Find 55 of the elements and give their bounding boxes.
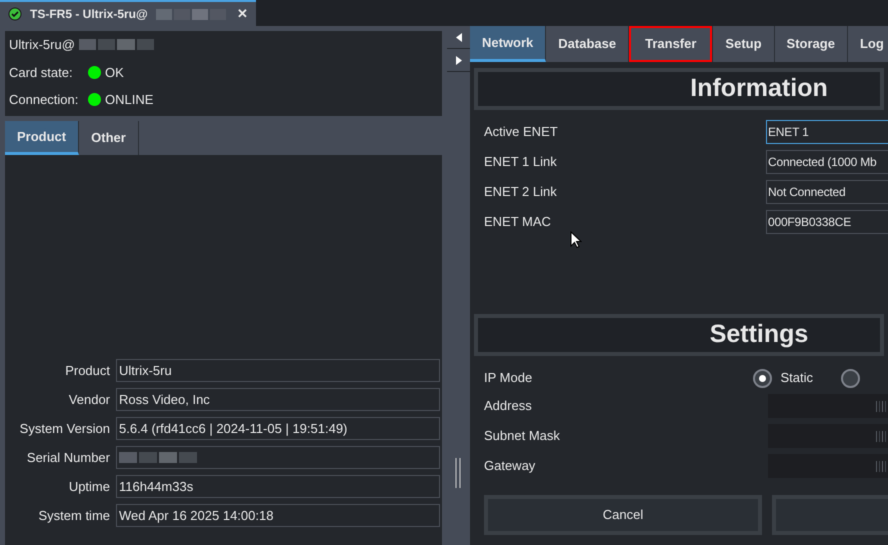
info-label: ENET MAC [483, 213, 552, 232]
field-label: Serial Number [26, 448, 111, 467]
field-label: System Version [18, 420, 111, 438]
info-label: ENET 2 Link [483, 183, 558, 202]
info-field: ENET 1 [766, 120, 888, 144]
document-tab[interactable]: TS-FR5 - Ultrix-5ru@ ✕ [0, 0, 256, 26]
status-value: ONLINE [105, 91, 154, 109]
left-arrow-icon [456, 32, 462, 42]
value-field: 5.6.4 (rfd41cc6 | 2024-11-05 | 19:51:49) [116, 417, 440, 440]
section-tab[interactable]: Transfer [629, 26, 714, 62]
info-field: Connected (1000 Mb [766, 150, 888, 174]
value-field: Wed Apr 16 2025 14:00:18 [116, 504, 440, 527]
splitter-grip-icon [455, 458, 461, 488]
field-label: Product [64, 362, 111, 380]
section-header: Information [474, 68, 884, 110]
value-field: Ross Video, Inc [116, 388, 440, 411]
section-tab[interactable]: Storage [774, 26, 848, 62]
status-label: Connection: [9, 91, 80, 109]
value-field: 116h44m33s [116, 475, 440, 498]
right-arrow-icon [456, 56, 462, 64]
info-label: Active ENET [483, 123, 559, 142]
input-field[interactable] [768, 424, 888, 448]
field-label: Uptime [68, 478, 111, 496]
close-icon[interactable]: ✕ [237, 4, 248, 24]
redacted-block [156, 8, 226, 20]
redacted-block [876, 460, 886, 472]
panel-tab[interactable]: Product [5, 121, 80, 155]
mouse-pointer-icon [570, 231, 582, 249]
setting-label: Gateway [483, 457, 536, 476]
input-field[interactable] [768, 454, 888, 478]
field-label: Vendor [68, 390, 111, 409]
value-field: Ultrix-5ru [116, 359, 440, 382]
status-value: OK [105, 64, 124, 82]
status-label: Card state: [9, 64, 74, 82]
section-tab[interactable]: Database [546, 26, 630, 62]
redacted-block [876, 400, 886, 412]
setting-label: Address [483, 397, 533, 416]
info-field: Not Connected [766, 180, 888, 204]
section-header: Settings [474, 314, 884, 356]
setting-label: Subnet Mask [483, 427, 561, 446]
device-name: Ultrix-5ru@ [9, 36, 75, 54]
action-button[interactable]: Cancel [484, 495, 762, 535]
redacted-block [876, 430, 886, 442]
input-field[interactable] [768, 394, 888, 418]
field-label: System time [37, 506, 111, 525]
section-tab[interactable]: Setup [713, 26, 775, 62]
radio-button[interactable] [841, 368, 860, 388]
radio-label: Static [780, 369, 813, 388]
section-tab[interactable]: Network [470, 26, 546, 62]
section-tab[interactable]: Log [848, 26, 888, 62]
radio-button[interactable] [753, 368, 772, 388]
info-label: ENET 1 Link [483, 153, 558, 172]
tab-title: TS-FR5 - Ultrix-5ru@ [30, 6, 148, 23]
ip-mode-label: IP Mode [483, 369, 534, 388]
info-field: 000F9B0338CE [766, 210, 888, 234]
